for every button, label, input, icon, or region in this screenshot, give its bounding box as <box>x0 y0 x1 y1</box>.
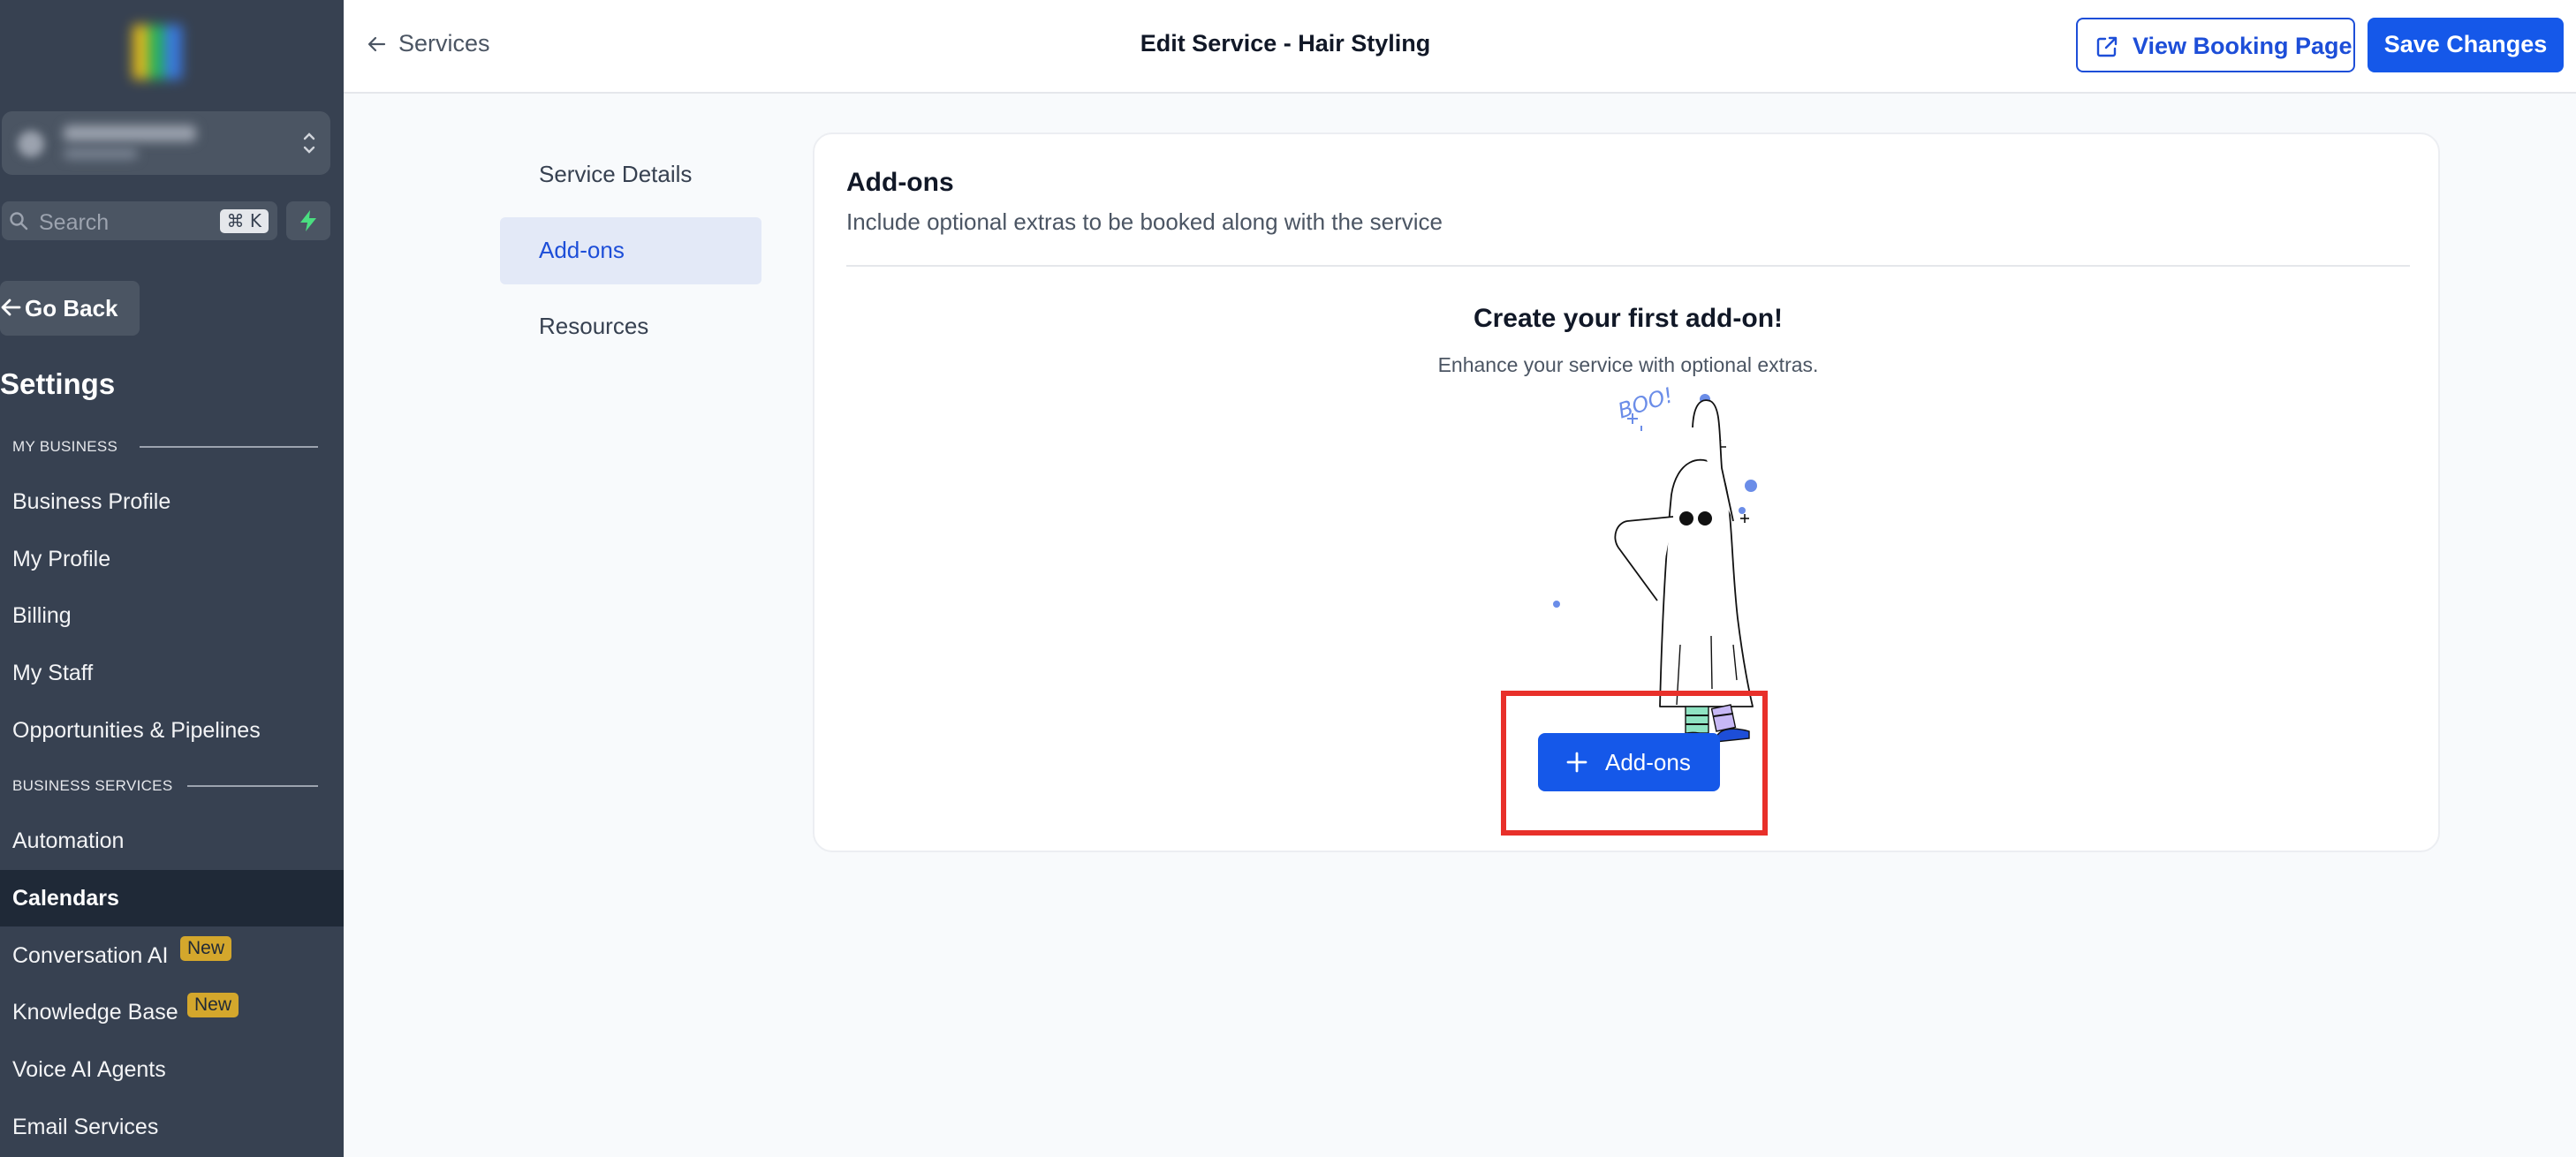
tab-label: Add-ons <box>539 237 625 263</box>
new-badge: New <box>180 936 232 961</box>
sidebar: Search ⌘ K Go Back Settings MY BUSINESS … <box>0 0 344 1157</box>
save-changes-button[interactable]: Save Changes <box>2368 18 2564 72</box>
account-address-blurred <box>64 148 138 159</box>
settings-heading: Settings <box>0 367 116 400</box>
sidebar-item-label: My Profile <box>12 547 111 571</box>
section-label-business-services: BUSINESS SERVICES <box>12 777 173 794</box>
arrow-left-icon <box>1 299 21 316</box>
card-subtitle: Include optional extras to be booked alo… <box>846 208 1443 235</box>
save-changes-label: Save Changes <box>2383 31 2548 57</box>
empty-state-subtitle: Enhance your service with optional extra… <box>1437 353 1819 376</box>
new-badge: New <box>187 993 239 1017</box>
boo-text: BOO! <box>1615 382 1676 423</box>
sidebar-item-label: Voice AI Agents <box>12 1057 166 1082</box>
search-placeholder: Search <box>39 210 110 235</box>
sidebar-item-voice-ai-agents[interactable]: Voice AI Agents <box>0 1041 344 1098</box>
tab-add-ons[interactable]: Add-ons <box>500 217 761 284</box>
card-divider <box>846 265 2410 267</box>
sidebar-item-label: Knowledge Base <box>12 1000 178 1025</box>
sidebar-item-label: Business Profile <box>12 489 171 514</box>
plus-icon <box>1566 752 1587 773</box>
sidebar-item-business-profile[interactable]: Business Profile <box>0 473 344 530</box>
account-switcher[interactable] <box>2 111 330 175</box>
sidebar-item-knowledge-base[interactable]: Knowledge Base New <box>0 984 344 1040</box>
top-header: Services Edit Service - Hair Styling Vie… <box>344 0 2576 94</box>
sidebar-item-conversation-ai[interactable]: Conversation AI New <box>0 927 344 984</box>
add-addons-label: Add-ons <box>1605 749 1691 775</box>
sidebar-item-my-profile[interactable]: My Profile <box>0 531 344 587</box>
sidebar-item-label: My Staff <box>12 661 94 685</box>
tab-label: Resources <box>539 313 649 339</box>
account-avatar <box>18 131 44 157</box>
sidebar-item-label: Calendars <box>12 886 119 911</box>
search-shortcut-badge: ⌘ K <box>219 209 269 233</box>
section-label-my-business: MY BUSINESS <box>12 438 118 455</box>
sidebar-search-input[interactable]: Search ⌘ K <box>2 201 277 240</box>
sidebar-item-billing[interactable]: Billing <box>0 587 344 644</box>
search-icon <box>10 212 28 231</box>
card-title: Add-ons <box>846 168 954 197</box>
section-divider <box>140 446 318 448</box>
sidebar-item-email-services[interactable]: Email Services <box>0 1099 344 1155</box>
tab-label: Service Details <box>539 161 693 187</box>
page-title: Edit Service - Hair Styling <box>1140 30 1431 57</box>
quick-actions-button[interactable] <box>286 201 330 240</box>
view-booking-page-button[interactable]: View Booking Page <box>2076 18 2355 72</box>
view-booking-label: View Booking Page <box>2133 33 2352 59</box>
tab-service-details[interactable]: Service Details <box>500 141 761 208</box>
add-ons-card: Add-ons Include optional extras to be bo… <box>813 132 2440 852</box>
section-divider <box>187 785 318 787</box>
sidebar-item-label: Billing <box>12 603 72 628</box>
sidebar-item-label: Email Services <box>12 1115 159 1139</box>
sidebar-item-opportunities-pipelines[interactable]: Opportunities & Pipelines <box>0 702 344 759</box>
sidebar-item-automation[interactable]: Automation <box>0 813 344 869</box>
sidebar-item-my-staff[interactable]: My Staff <box>0 645 344 701</box>
account-name-blurred <box>64 125 196 141</box>
add-addons-button[interactable]: Add-ons <box>1538 733 1720 791</box>
external-link-icon <box>2096 36 2118 57</box>
sidebar-item-calendars[interactable]: Calendars <box>0 870 344 926</box>
go-back-button[interactable]: Go Back <box>0 281 140 336</box>
chevron-up-down-icon <box>303 132 315 154</box>
tab-resources[interactable]: Resources <box>500 293 761 360</box>
sidebar-item-label: Automation <box>12 828 125 853</box>
lightning-bolt-icon <box>300 210 316 231</box>
go-back-label: Go Back <box>25 295 118 321</box>
app-logo[interactable] <box>133 19 198 85</box>
empty-state-title: Create your first add-on! <box>1473 304 1784 333</box>
sidebar-item-label: Opportunities & Pipelines <box>12 718 261 743</box>
sidebar-item-label: Conversation AI <box>12 943 169 968</box>
